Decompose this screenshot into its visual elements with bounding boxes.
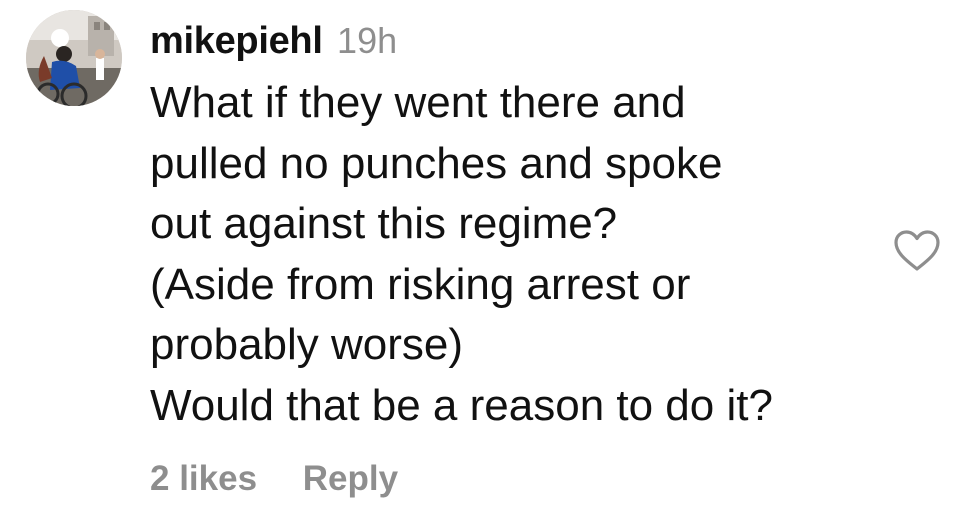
comment-footer: 2 likes Reply: [150, 458, 398, 500]
reply-button[interactable]: Reply: [303, 459, 398, 498]
avatar[interactable]: [26, 10, 122, 106]
heart-outline-icon: [894, 230, 940, 271]
likes-count-link[interactable]: 2 likes: [150, 459, 257, 498]
comment-line: What if they went there and: [150, 78, 686, 127]
comment-header: mikepiehl 19h: [150, 18, 397, 72]
username-link[interactable]: mikepiehl: [150, 20, 323, 62]
like-button[interactable]: [892, 228, 942, 274]
comment-line: (Aside from risking arrest or: [150, 259, 691, 309]
comment-line: probably worse): [150, 320, 464, 369]
comment-line: out against this regime?: [150, 199, 618, 248]
timestamp[interactable]: 19h: [337, 20, 397, 61]
avatar-image: [26, 10, 122, 106]
comment-line: pulled no punches and spoke: [150, 138, 723, 188]
comment: mikepiehl 19h What if they went there an…: [0, 0, 980, 517]
comment-body: What if they went there and pulled no pu…: [150, 73, 870, 436]
comment-line: Would that be a reason to do it?: [150, 380, 773, 430]
